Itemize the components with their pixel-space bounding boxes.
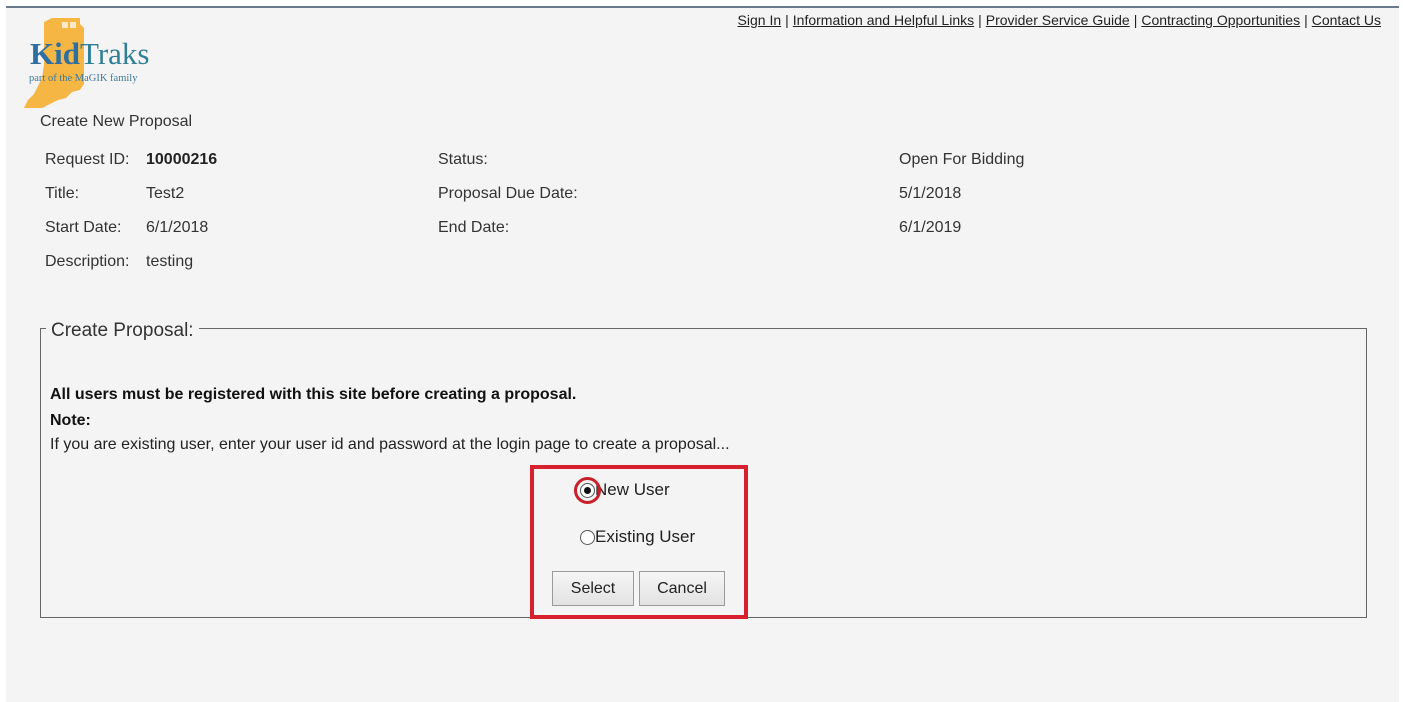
status-label: Status: (438, 151, 488, 168)
start-date-label: Start Date: (45, 219, 122, 236)
end-date-label: End Date: (438, 219, 510, 236)
end-date-value: 6/1/2019 (899, 219, 962, 236)
title-value: Test2 (146, 185, 185, 202)
due-date-label: Proposal Due Date: (438, 185, 578, 202)
contracting-link[interactable]: Contracting Opportunities (1141, 12, 1300, 28)
request-id-label: Request ID: (45, 151, 130, 168)
due-date-value: 5/1/2018 (899, 185, 962, 202)
note-text: If you are existing user, enter your use… (50, 436, 730, 453)
select-button[interactable]: Select (552, 571, 634, 606)
note-label: Note: (50, 412, 91, 429)
description-value: testing (146, 253, 194, 270)
page: KidTraks part of the MaGIK family Sign I… (6, 6, 1399, 702)
page-title: Create New Proposal (40, 113, 193, 130)
logo-tagline: part of the MaGIK family (29, 73, 138, 84)
registration-notice: All users must be registered with this s… (50, 386, 577, 403)
existing-user-radio[interactable] (580, 529, 595, 545)
new-user-label: New User (595, 480, 670, 499)
create-proposal-legend: Create Proposal: (46, 320, 199, 342)
description-label: Description: (45, 253, 130, 270)
logo-wordmark: KidTraks (30, 36, 150, 71)
contact-us-link[interactable]: Contact Us (1312, 12, 1381, 28)
existing-user-option[interactable]: Existing User (580, 527, 695, 547)
highlight-ring (574, 476, 601, 504)
new-user-option[interactable]: New User (574, 476, 670, 504)
cancel-button[interactable]: Cancel (639, 571, 725, 606)
info-links-link[interactable]: Information and Helpful Links (793, 12, 974, 28)
top-nav: Sign In | Information and Helpful Links | Pr… (737, 12, 1381, 28)
kidtraks-logo[interactable]: KidTraks part of the MaGIK family (22, 14, 202, 110)
existing-user-label: Existing User (595, 527, 696, 546)
provider-guide-link[interactable]: Provider Service Guide (986, 12, 1130, 28)
new-user-radio[interactable] (574, 476, 601, 504)
request-id-value: 10000216 (146, 151, 218, 168)
status-value: Open For Bidding (899, 151, 1025, 168)
title-label: Title: (45, 185, 80, 202)
sign-in-link[interactable]: Sign In (738, 12, 782, 28)
start-date-value: 6/1/2018 (146, 219, 209, 236)
